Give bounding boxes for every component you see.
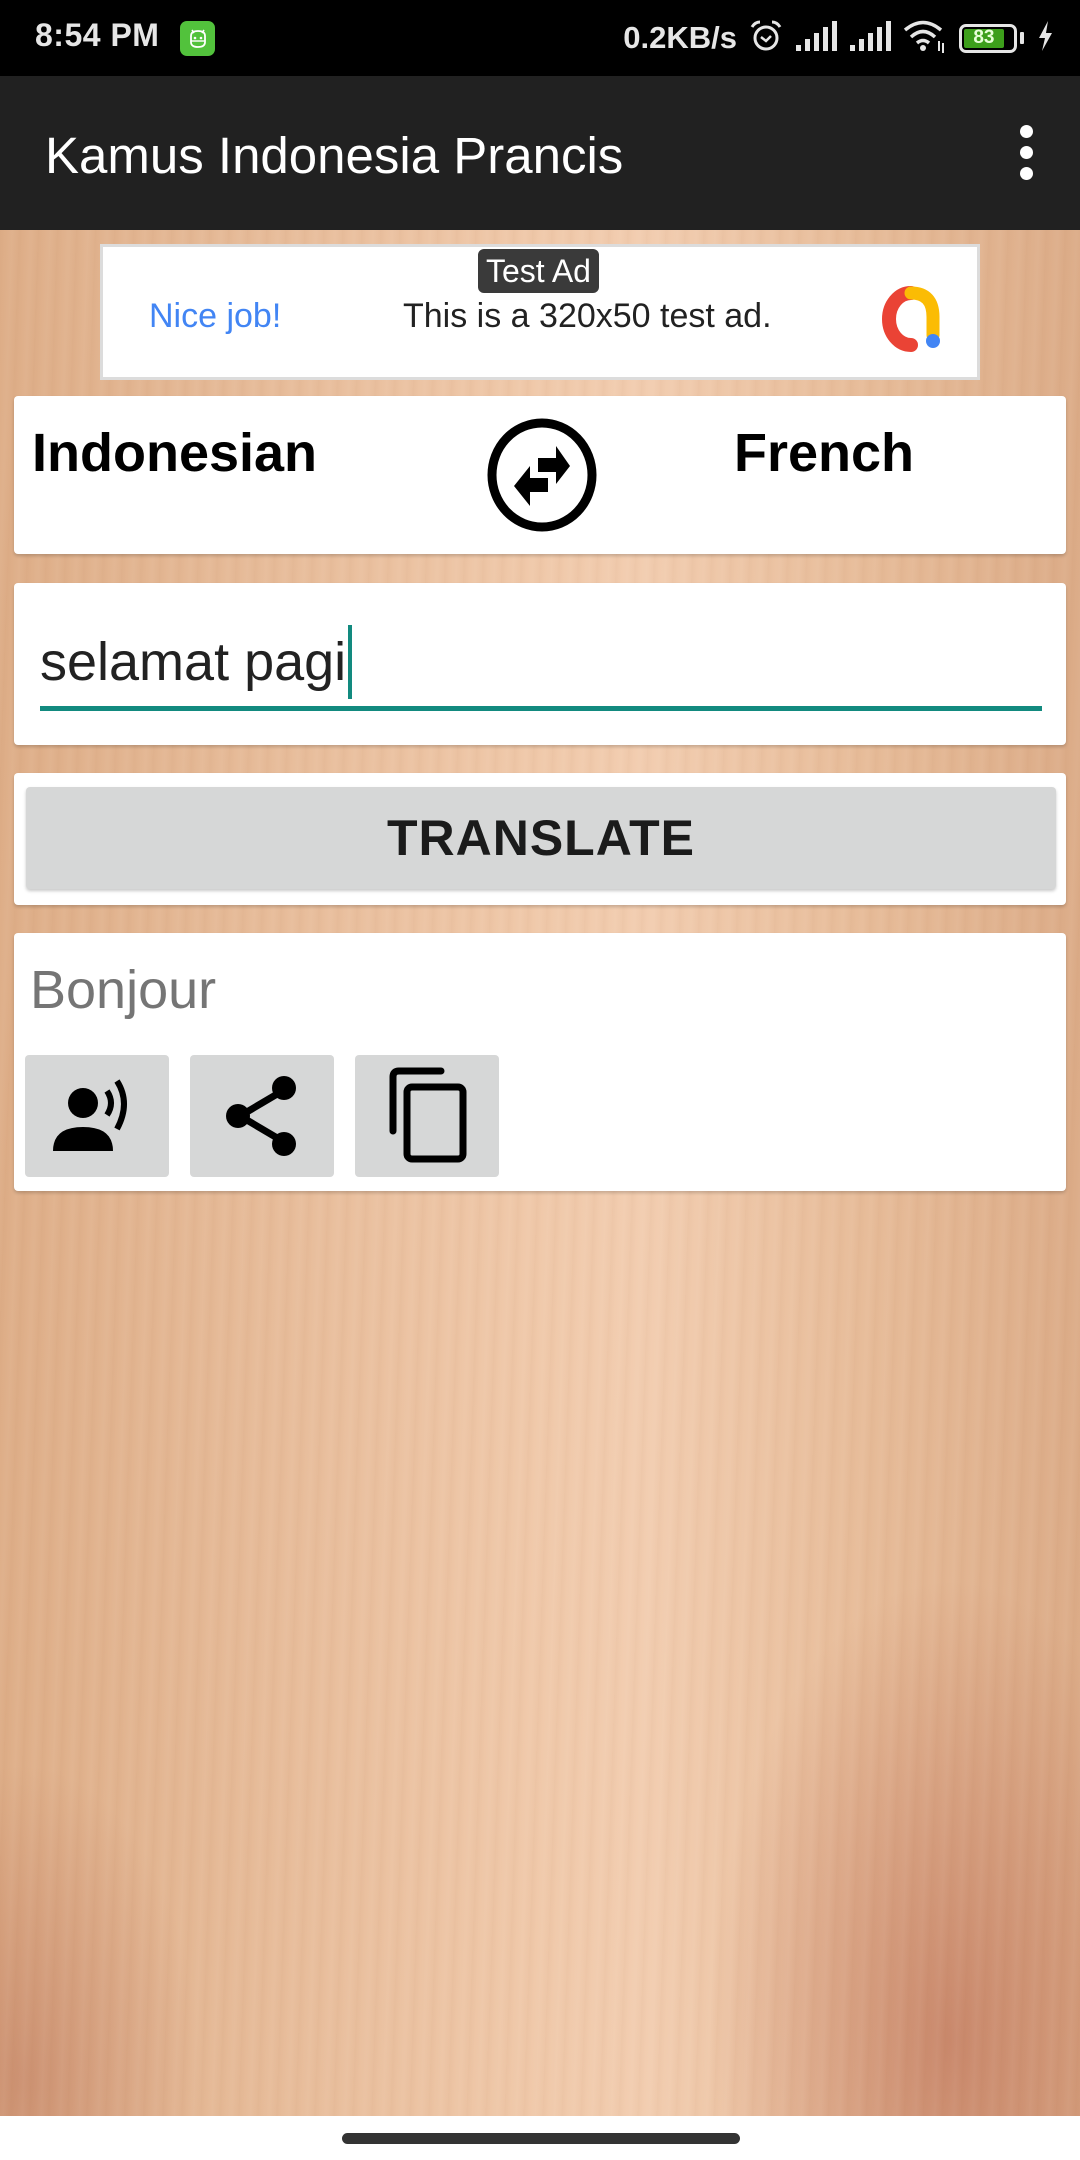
share-button[interactable] [190,1055,334,1177]
ad-body: This is a 320x50 test ad. [403,297,772,335]
text-caret [348,625,353,699]
home-gesture-handle[interactable] [342,2133,740,2144]
navigation-bar [0,2116,1080,2160]
input-value: selamat pagi [40,632,347,692]
input-underline [40,706,1042,711]
ad-headline: Nice job! [149,297,282,335]
result-card: Bonjour [14,933,1066,1191]
input-card: selamat pagi [14,583,1066,745]
status-bar: 8:54 PM 0.2KB/s 83 [0,0,1080,76]
source-text-input[interactable]: selamat pagi [40,625,1040,699]
share-icon [222,1072,302,1161]
battery-tip [1020,32,1024,44]
battery-level: 83 [964,27,1004,48]
android-robot-icon [180,21,215,56]
signal-icon [849,20,891,56]
wifi-icon [903,19,947,58]
translation-result: Bonjour [30,960,217,1020]
signal-icon [795,20,837,56]
swap-arrows-icon[interactable] [486,418,598,532]
ad-banner[interactable]: Test Ad Nice job! This is a 320x50 test … [100,244,980,380]
app-bar: Kamus Indonesia Prancis [0,76,1080,230]
status-time: 8:54 PM [35,17,160,53]
menu-dot [1019,145,1033,159]
speak-button[interactable] [25,1055,169,1177]
copy-button[interactable] [355,1055,499,1177]
target-language[interactable]: French [734,422,914,484]
net-speed: 0.2KB/s [623,20,737,55]
more-vert-icon[interactable] [990,116,1062,188]
translate-card: TRANSLATE [14,773,1066,905]
app-title: Kamus Indonesia Prancis [45,127,624,184]
source-language[interactable]: Indonesian [32,422,317,484]
menu-dot [1019,166,1033,180]
battery-icon: 83 [959,23,1017,53]
admob-logo-icon [877,283,949,355]
language-selector: Indonesian French [14,396,1066,554]
record-voice-icon [49,1073,145,1160]
charging-icon [1036,20,1054,56]
alarm-icon [749,19,783,58]
menu-dot [1019,124,1033,138]
copy-icon [385,1067,469,1166]
ad-badge: Test Ad [478,249,599,293]
status-icons: 0.2KB/s 83 [623,14,1054,62]
translate-button[interactable]: TRANSLATE [26,787,1056,889]
